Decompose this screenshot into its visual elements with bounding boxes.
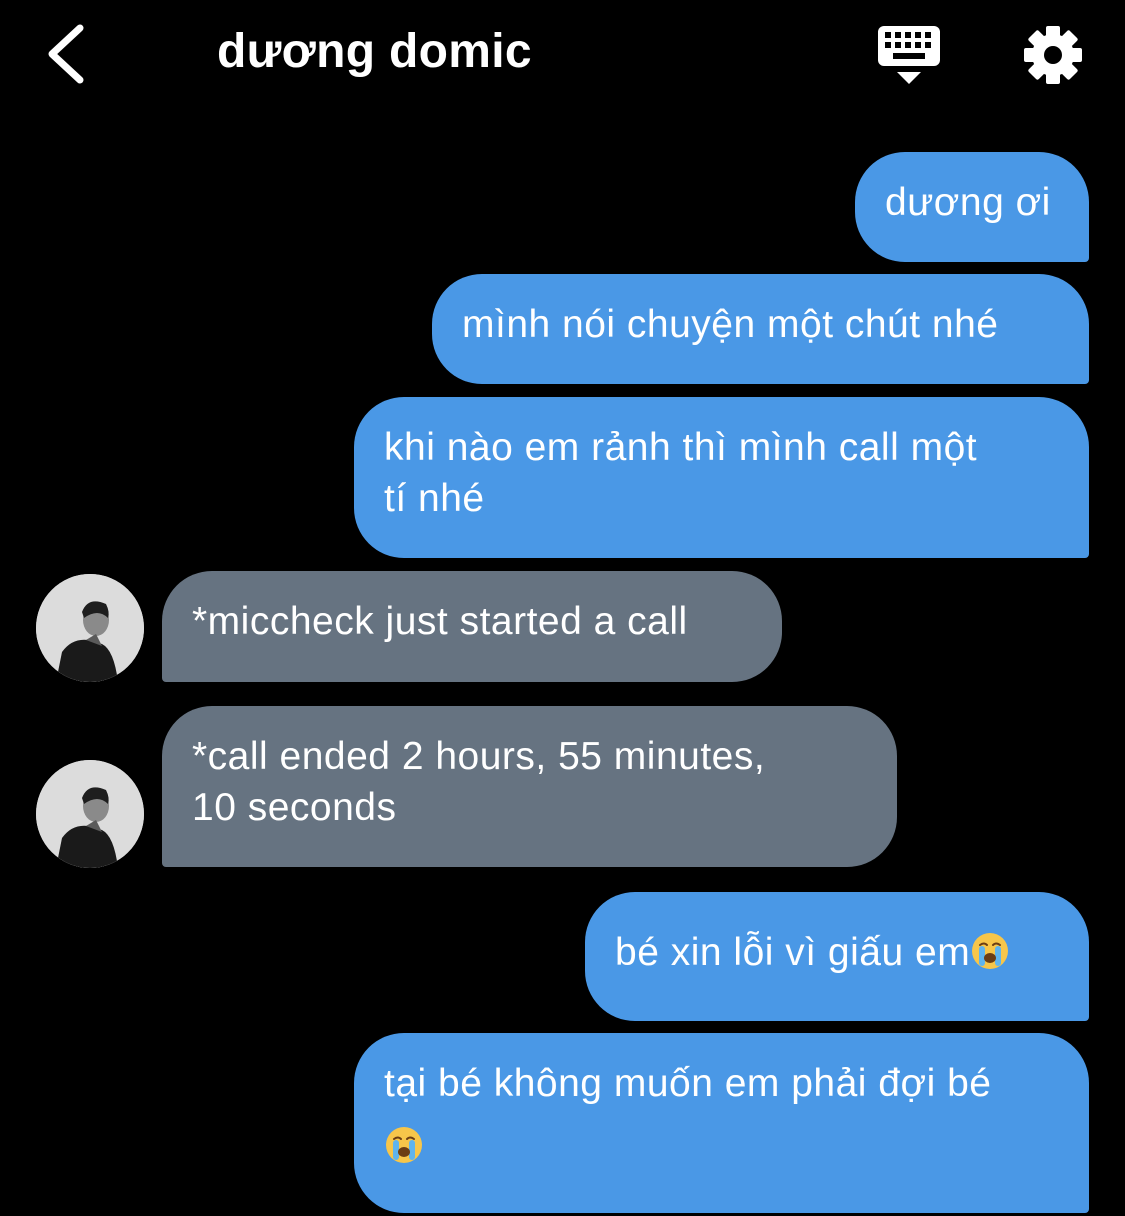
chevron-left-icon bbox=[48, 24, 84, 84]
message-text-line: tí nhé bbox=[384, 477, 485, 520]
settings-button[interactable] bbox=[1022, 24, 1084, 86]
conversation-title: dương domic bbox=[217, 25, 532, 78]
loudly-crying-face-icon bbox=[970, 931, 1010, 971]
chat-header: dương domic bbox=[0, 0, 1125, 110]
received-message-bubble[interactable]: *call ended 2 hours, 55 minutes, 10 seco… bbox=[162, 706, 897, 867]
message-text: *miccheck just started a call bbox=[192, 600, 688, 643]
received-message-bubble[interactable]: *miccheck just started a call bbox=[162, 571, 782, 682]
message-text-line: khi nào em rảnh thì mình call một bbox=[384, 426, 978, 469]
avatar-photo-icon bbox=[36, 574, 144, 682]
emoji-line bbox=[384, 1121, 1059, 1172]
message-text-line: 10 seconds bbox=[192, 786, 397, 829]
gear-icon bbox=[1024, 26, 1082, 84]
loudly-crying-face-icon bbox=[384, 1125, 424, 1165]
message-text-line: *call ended 2 hours, 55 minutes, bbox=[192, 735, 766, 778]
sent-message-bubble[interactable]: bé xin lỗi vì giấu em bbox=[585, 892, 1089, 1021]
avatar[interactable] bbox=[36, 760, 144, 868]
keyboard-hide-icon bbox=[878, 26, 940, 84]
message-text: dương ơi bbox=[885, 181, 1051, 224]
sent-message-bubble[interactable]: khi nào em rảnh thì mình call một tí nhé bbox=[354, 397, 1089, 558]
sent-message-bubble[interactable]: mình nói chuyện một chút nhé bbox=[432, 274, 1089, 384]
message-text: mình nói chuyện một chút nhé bbox=[462, 303, 999, 346]
avatar-photo-icon bbox=[36, 760, 144, 868]
hide-keyboard-button[interactable] bbox=[876, 24, 942, 88]
avatar[interactable] bbox=[36, 574, 144, 682]
sent-message-bubble[interactable]: tại bé không muốn em phải đợi bé bbox=[354, 1033, 1089, 1213]
back-button[interactable] bbox=[38, 20, 98, 90]
message-text: bé xin lỗi vì giấu em bbox=[615, 931, 971, 974]
sent-message-bubble[interactable]: dương ơi bbox=[855, 152, 1089, 262]
message-text: tại bé không muốn em phải đợi bé bbox=[384, 1062, 992, 1105]
